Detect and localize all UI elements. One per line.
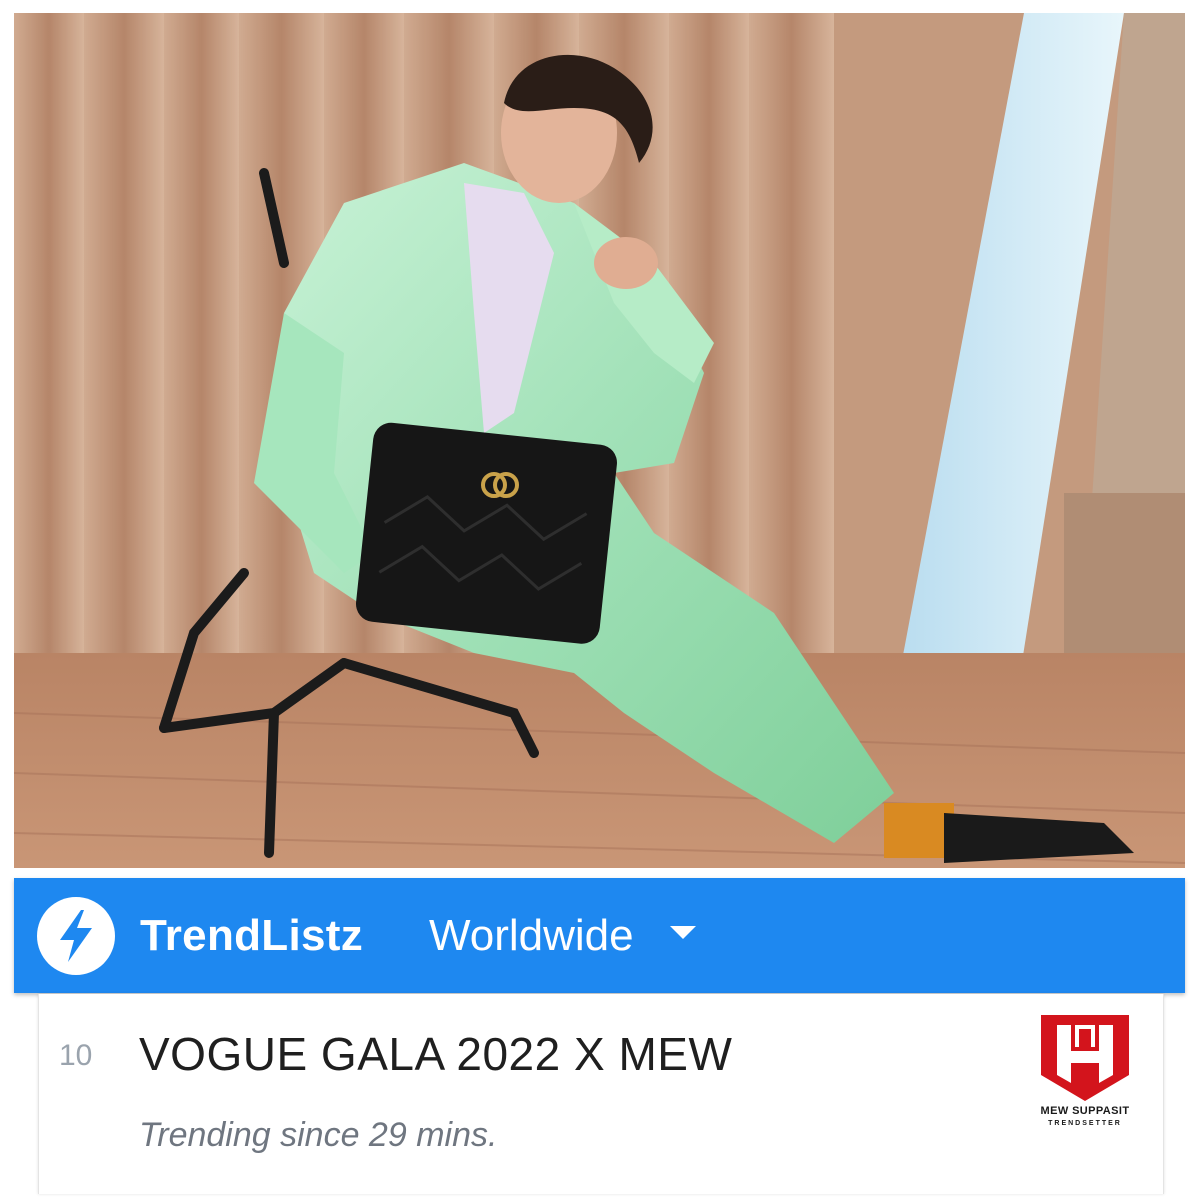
region-dropdown[interactable]: Worldwide — [429, 911, 696, 961]
trend-rank: 10 — [59, 1039, 93, 1072]
app-header: TrendListz Worldwide — [14, 878, 1185, 993]
trend-since: Trending since 29 mins. — [139, 1116, 498, 1154]
brand-shield-icon — [1041, 1015, 1129, 1101]
brand-logo: MEW SUPPASIT TRENDSETTER — [1035, 1013, 1135, 1133]
region-label: Worldwide — [429, 910, 634, 960]
app-logo[interactable] — [37, 896, 115, 975]
lightning-bolt-icon — [60, 909, 92, 962]
hero-photo — [14, 13, 1185, 868]
photo-illustration — [14, 13, 1185, 868]
trend-list-item[interactable]: 10 VOGUE GALA 2022 X MEW Trending since … — [38, 994, 1164, 1194]
app-name: TrendListz — [140, 910, 364, 960]
chevron-down-icon — [669, 926, 696, 939]
trend-title[interactable]: VOGUE GALA 2022 X MEW — [139, 1027, 732, 1081]
brand-name: MEW SUPPASIT — [1040, 1105, 1130, 1117]
brand-tagline: TRENDSETTER — [1048, 1120, 1122, 1127]
